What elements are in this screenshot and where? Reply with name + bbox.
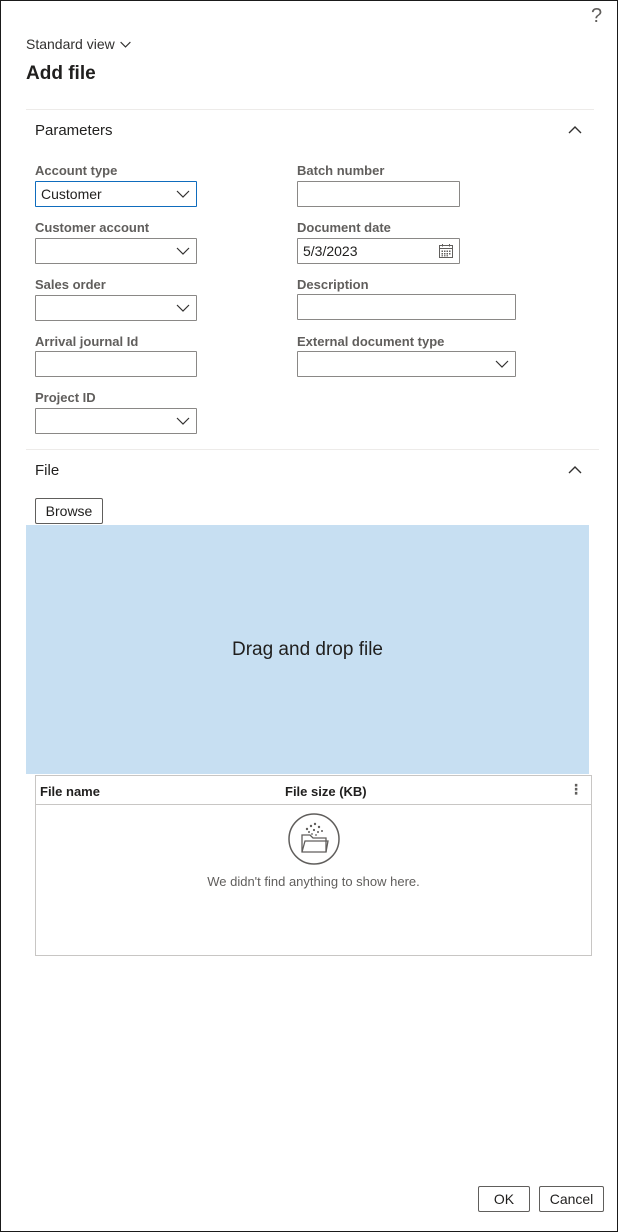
document-date-input[interactable]: 5/3/2023 <box>297 238 460 264</box>
chevron-down-icon <box>495 360 509 368</box>
section-divider <box>26 109 594 110</box>
parameters-section-title[interactable]: Parameters <box>35 122 113 139</box>
chevron-down-icon <box>176 247 190 255</box>
section-divider <box>26 449 599 450</box>
file-section-title[interactable]: File <box>35 462 59 479</box>
external-document-type-label: External document type <box>297 334 445 349</box>
dropzone-text: Drag and drop file <box>231 638 384 660</box>
add-file-dialog: ? Standard view Add file Parameters Acco… <box>0 0 618 1232</box>
batch-number-input[interactable] <box>297 181 460 207</box>
column-header-file-size[interactable]: File size (KB) <box>285 784 367 799</box>
account-type-select[interactable]: Customer <box>35 181 197 207</box>
empty-folder-icon <box>288 813 340 865</box>
account-type-value: Customer <box>41 186 102 202</box>
sales-order-select[interactable] <box>35 295 197 321</box>
arrival-journal-id-label: Arrival journal Id <box>35 334 139 349</box>
chevron-down-icon <box>176 304 190 312</box>
chevron-down-icon <box>176 417 190 425</box>
arrival-journal-id-input[interactable] <box>35 351 197 377</box>
help-icon[interactable]: ? <box>591 5 602 28</box>
project-id-select[interactable] <box>35 408 197 434</box>
customer-account-select[interactable] <box>35 238 197 264</box>
view-selector[interactable]: Standard view <box>26 36 132 52</box>
description-input[interactable] <box>297 294 516 320</box>
document-date-value: 5/3/2023 <box>303 243 358 259</box>
chevron-up-icon[interactable] <box>567 122 583 138</box>
chevron-down-icon <box>119 41 131 48</box>
file-dropzone[interactable]: Drag and drop file <box>26 525 589 774</box>
description-label: Description <box>297 277 369 292</box>
batch-number-label: Batch number <box>297 163 385 178</box>
empty-state-message: We didn't find anything to show here. <box>207 874 420 889</box>
grid-header: File name File size (KB) ⋮ <box>36 776 591 805</box>
chevron-down-icon <box>176 190 190 198</box>
files-grid: File name File size (KB) ⋮ We didn't fin… <box>35 775 592 956</box>
cancel-button[interactable]: Cancel <box>539 1186 604 1212</box>
chevron-up-icon[interactable] <box>567 462 583 478</box>
more-options-icon[interactable]: ⋮ <box>569 781 583 798</box>
browse-button[interactable]: Browse <box>35 498 103 524</box>
external-document-type-select[interactable] <box>297 351 516 377</box>
document-date-label: Document date <box>297 220 391 235</box>
project-id-label: Project ID <box>35 390 96 405</box>
account-type-label: Account type <box>35 163 118 178</box>
view-label: Standard view <box>26 36 115 52</box>
sales-order-label: Sales order <box>35 277 106 292</box>
calendar-icon[interactable] <box>438 243 454 259</box>
customer-account-label: Customer account <box>35 220 150 235</box>
ok-button[interactable]: OK <box>478 1186 530 1212</box>
column-header-file-name[interactable]: File name <box>40 784 100 799</box>
page-title: Add file <box>26 63 96 84</box>
